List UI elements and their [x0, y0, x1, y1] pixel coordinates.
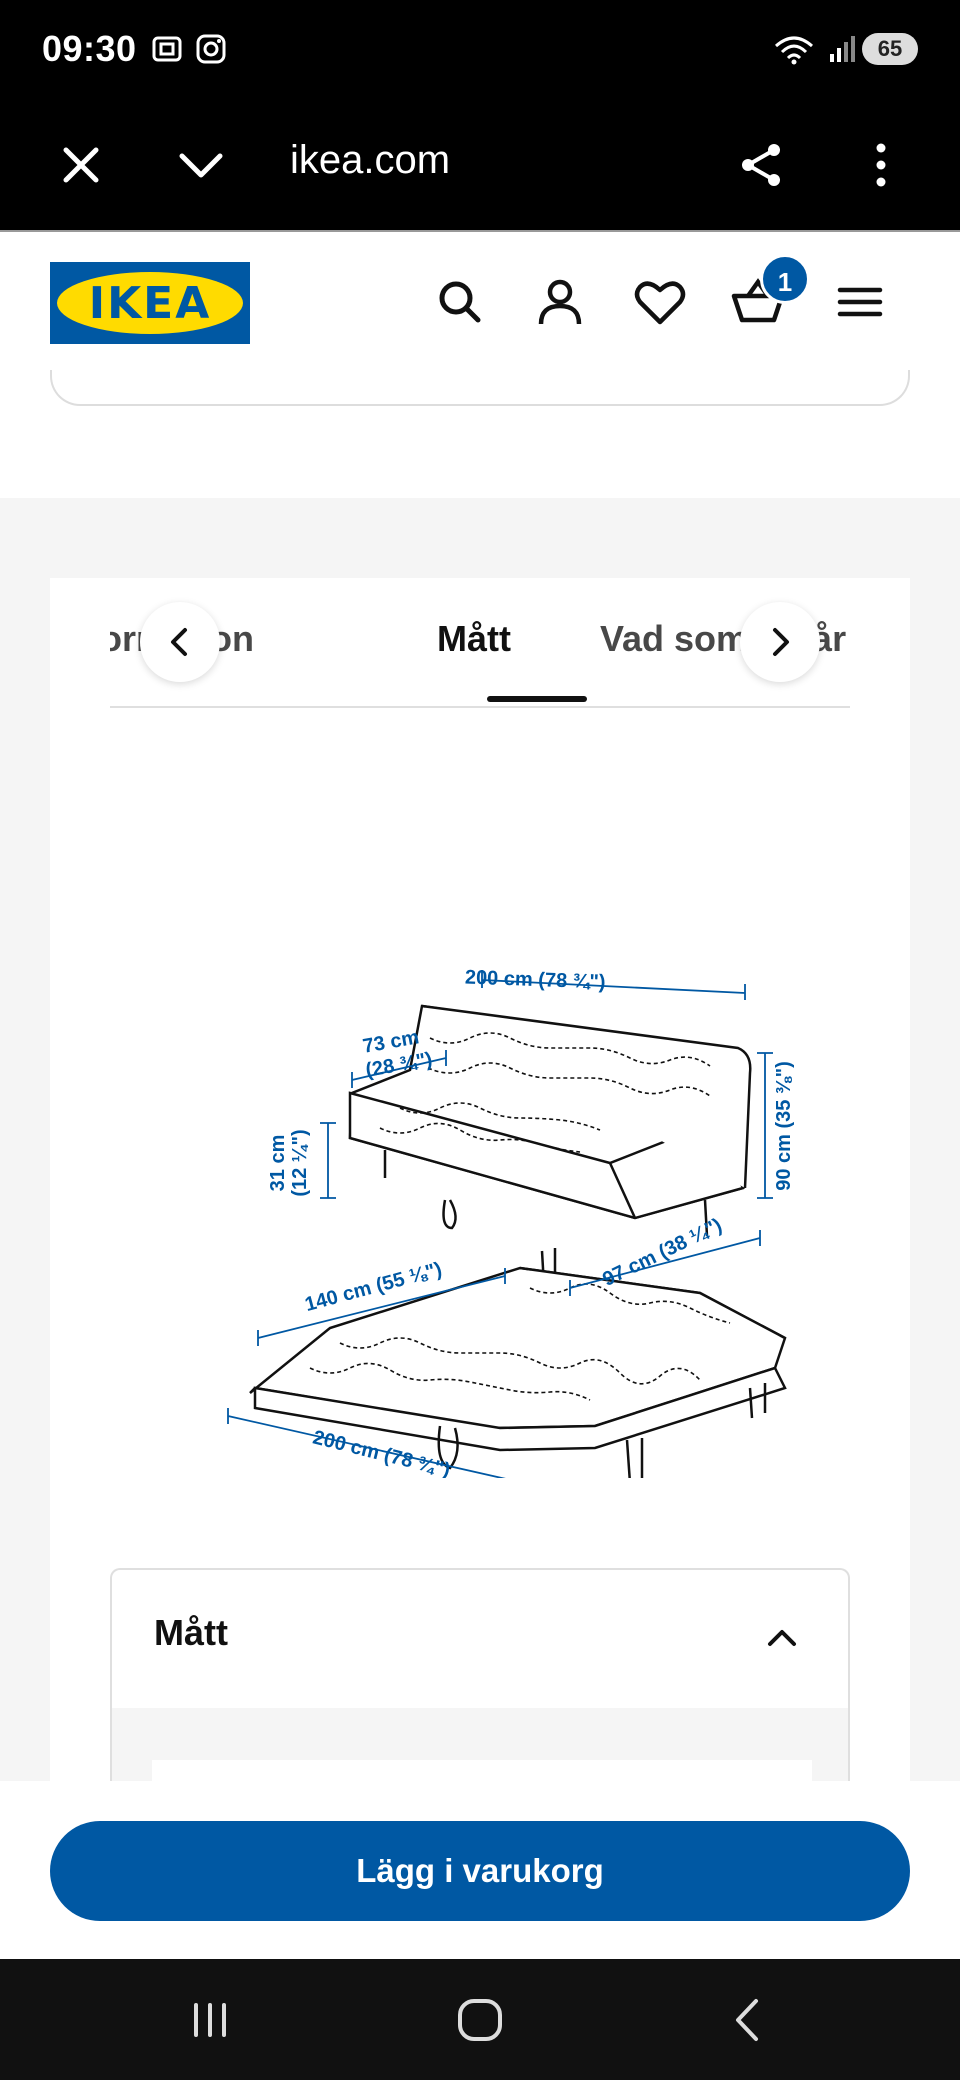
seat-height-label-cm: 31 cm [267, 1135, 289, 1192]
menu-icon[interactable] [832, 274, 888, 330]
dimensions-diagram: 200 cm (78 ¾") 73 cm (28 ¾") 31 cm (12 ¼… [227, 967, 795, 1478]
accordion-title: Mått [154, 1612, 228, 1653]
system-navigation-bar [0, 1959, 960, 2080]
back-icon[interactable] [720, 1995, 780, 2045]
cart-count-badge: 1 [760, 254, 810, 304]
chevron-down-icon[interactable] [176, 140, 226, 190]
instagram-icon [196, 34, 226, 64]
chevron-up-icon[interactable] [764, 1620, 800, 1656]
chevron-right-icon [773, 628, 789, 656]
accordion-inner-panel [152, 1760, 812, 1781]
product-info-card: Produktinformation Mått Vad som ingår [50, 578, 910, 1781]
logo-text: IKEA [88, 278, 212, 329]
sofa-width-label: 200 cm (78 ¾") [465, 967, 606, 994]
status-bar: 09:30 65 [0, 0, 960, 100]
close-icon[interactable] [56, 140, 106, 190]
seat-height-label-in: (12 ¼") [289, 1129, 311, 1196]
url-text[interactable]: ikea.com [290, 138, 450, 183]
battery-indicator: 65 [862, 33, 918, 65]
home-icon[interactable] [450, 1995, 510, 2045]
more-options-icon[interactable] [856, 140, 906, 190]
chevron-left-icon [171, 628, 187, 656]
user-icon[interactable] [532, 274, 588, 330]
sofa-drawing [348, 1004, 752, 1304]
tabs-scroll-right-button[interactable] [740, 602, 820, 682]
tabs-scroll-left-button[interactable] [140, 602, 220, 682]
tab-dimensions[interactable]: Mått [437, 618, 511, 660]
browser-toolbar: ikea.com [0, 100, 960, 230]
active-tab-indicator [487, 696, 587, 702]
search-icon[interactable] [432, 274, 488, 330]
recent-apps-icon[interactable] [180, 1995, 240, 2045]
wifi-icon [775, 36, 813, 65]
signal-icon [830, 36, 855, 62]
ikea-logo[interactable]: IKEA [50, 262, 250, 344]
site-header: IKEA 1 [0, 230, 960, 370]
share-icon[interactable] [736, 140, 786, 190]
accordion-content [112, 1708, 848, 1781]
screenshot-icon [152, 36, 182, 62]
status-time: 09:30 [42, 28, 137, 69]
add-to-cart-button[interactable]: Lägg i varukorg [50, 1821, 910, 1921]
sofa-height-label: 90 cm (35 ⅜") [773, 1061, 795, 1191]
heart-icon[interactable] [632, 274, 688, 330]
add-to-cart-bar: Lägg i varukorg [0, 1781, 960, 1959]
dimensions-accordion[interactable]: Mått [110, 1568, 850, 1781]
tab-bar: Produktinformation Mått Vad som ingår [110, 578, 850, 708]
previous-section-card [50, 370, 910, 406]
